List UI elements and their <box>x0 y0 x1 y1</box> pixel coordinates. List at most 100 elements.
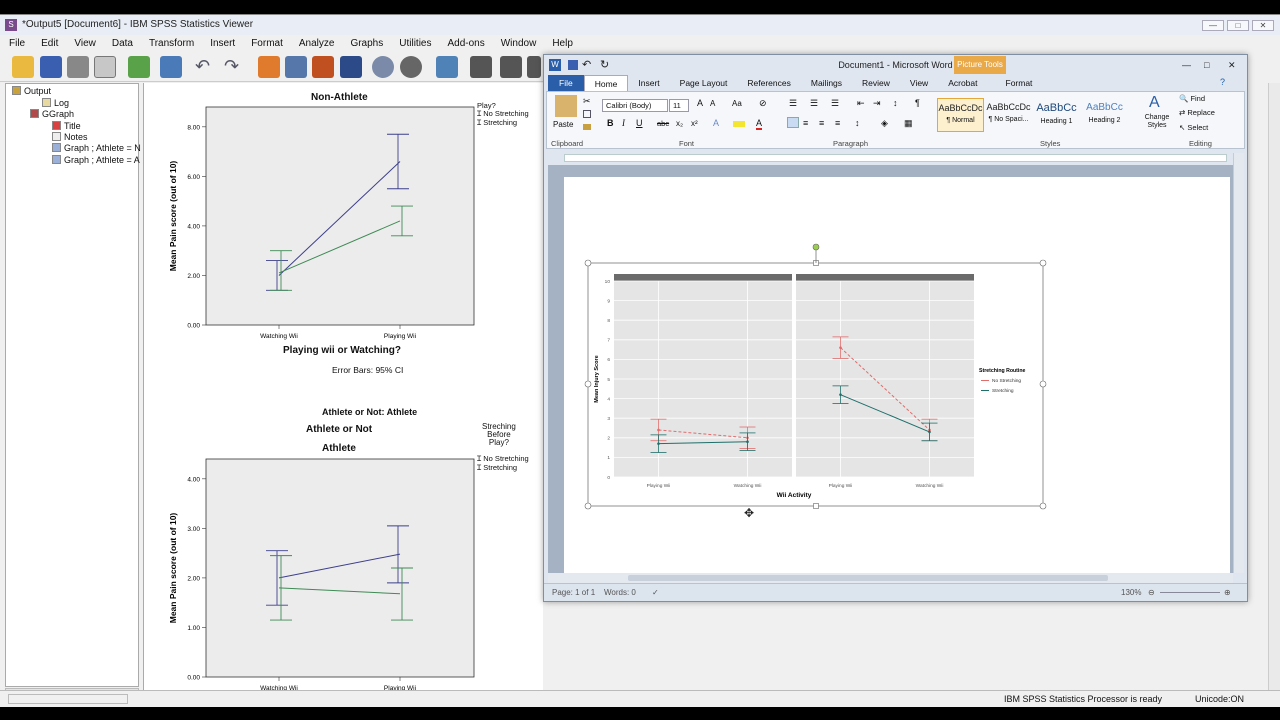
menu-format[interactable]: Format <box>242 36 290 51</box>
undo-icon[interactable]: ↶ <box>582 55 591 75</box>
copy-icon[interactable] <box>583 110 591 118</box>
style-heading-2[interactable]: AaBbCc Heading 2 <box>1081 98 1128 132</box>
nav-log[interactable]: Log <box>42 98 69 109</box>
italic-button[interactable]: I <box>622 118 625 128</box>
output-vertical-scrollbar[interactable] <box>1268 83 1280 699</box>
change-styles-button[interactable]: Change Styles <box>1142 114 1172 130</box>
horizontal-ruler[interactable] <box>564 154 1227 162</box>
save-icon[interactable] <box>568 60 578 70</box>
sort-icon[interactable]: ↕ <box>893 98 898 108</box>
tab-home[interactable]: Home <box>583 75 629 91</box>
line-spacing-icon[interactable]: ↕ <box>855 118 860 128</box>
font-name-select[interactable]: Calibri (Body) <box>602 99 668 112</box>
cut-icon[interactable]: ✂ <box>583 96 591 107</box>
use-sets-icon[interactable] <box>372 56 394 78</box>
shrink-font-icon[interactable]: A <box>710 99 715 108</box>
document-page[interactable]: Playing Wii Watching Wii Playing Wii Watchi… <box>564 177 1230 573</box>
word-minimize-button[interactable]: — <box>1182 55 1191 75</box>
goto-variable-icon[interactable] <box>312 56 334 78</box>
bullets-icon[interactable]: ☰ <box>789 98 797 109</box>
promote-icon[interactable] <box>470 56 492 78</box>
font-size-select[interactable]: 11 <box>669 99 689 112</box>
subscript-button[interactable]: x₂ <box>676 119 683 128</box>
maximize-button[interactable]: □ <box>1227 20 1249 31</box>
tab-format[interactable]: Format <box>988 75 1043 91</box>
demote-icon[interactable] <box>500 56 522 78</box>
expand-icon[interactable] <box>527 56 541 78</box>
highlight-color-icon[interactable] <box>733 121 745 127</box>
save-icon[interactable] <box>40 56 62 78</box>
select-button[interactable]: ↖ Select <box>1179 123 1208 132</box>
bold-button[interactable]: B <box>607 118 614 128</box>
redo-icon[interactable]: ↷ <box>224 56 246 78</box>
tab-page-layout[interactable]: Page Layout <box>670 75 738 91</box>
menu-addons[interactable]: Add-ons <box>438 36 491 51</box>
shading-icon[interactable]: ◈ <box>881 118 888 129</box>
word-vertical-scrollbar[interactable] <box>1233 153 1244 573</box>
find-button[interactable]: 🔍 Find <box>1179 94 1205 103</box>
menu-window[interactable]: Window <box>492 36 544 51</box>
change-case-icon[interactable]: Aa <box>732 99 742 108</box>
tab-mailings[interactable]: Mailings <box>801 75 852 91</box>
decrease-indent-icon[interactable]: ⇤ <box>857 98 865 109</box>
font-color-icon[interactable]: A <box>756 118 763 130</box>
minimize-button[interactable]: — <box>1202 20 1224 31</box>
increase-indent-icon[interactable]: ⇥ <box>873 98 881 109</box>
replace-button[interactable]: ⇄ Replace <box>1179 108 1215 117</box>
nav-ggraph[interactable]: GGraph <box>30 109 74 120</box>
nav-title[interactable]: Title <box>52 121 81 132</box>
zoom-level[interactable]: 130% <box>1121 584 1141 602</box>
menu-file[interactable]: File <box>0 36 32 51</box>
print-icon[interactable] <box>67 56 89 78</box>
nav-graph-athlete[interactable]: Graph ; Athlete = A <box>52 155 140 166</box>
format-painter-icon[interactable] <box>583 124 591 130</box>
show-formatting-icon[interactable]: ¶ <box>915 98 920 108</box>
align-left-icon[interactable] <box>787 117 799 128</box>
tab-references[interactable]: References <box>737 75 800 91</box>
word-close-button[interactable]: ✕ <box>1228 55 1236 75</box>
strikethrough-button[interactable]: abc <box>657 119 669 128</box>
nav-notes[interactable]: Notes <box>52 132 88 143</box>
spelling-icon[interactable] <box>436 56 458 78</box>
tab-review[interactable]: Review <box>852 75 900 91</box>
zoom-slider[interactable] <box>1160 592 1220 593</box>
tab-view[interactable]: View <box>900 75 938 91</box>
page-count[interactable]: Page: 1 of 1 <box>552 584 595 602</box>
grow-font-icon[interactable]: A <box>697 98 703 108</box>
undo-icon[interactable]: ↶ <box>195 56 217 78</box>
variables-icon[interactable] <box>340 56 362 78</box>
menu-insert[interactable]: Insert <box>201 36 242 51</box>
word-horizontal-scrollbar[interactable] <box>548 573 1233 583</box>
redo-icon[interactable]: ↻ <box>600 55 609 75</box>
clear-formatting-icon[interactable]: ⊘ <box>759 98 767 109</box>
menu-view[interactable]: View <box>65 36 103 51</box>
close-button[interactable]: ✕ <box>1252 20 1274 31</box>
menu-edit[interactable]: Edit <box>32 36 65 51</box>
nav-graph-non-athlete[interactable]: Graph ; Athlete = N <box>52 143 141 154</box>
underline-button[interactable]: U <box>636 118 643 128</box>
scroll-thumb[interactable] <box>628 575 1108 581</box>
numbering-icon[interactable]: ☰ <box>810 98 818 109</box>
borders-icon[interactable]: ▦ <box>904 118 913 129</box>
proofing-icon[interactable]: ✓ <box>652 584 659 602</box>
open-folder-icon[interactable] <box>12 56 34 78</box>
embedded-chart[interactable]: Playing Wii Watching Wii Playing Wii Watchi… <box>564 177 1230 573</box>
multilevel-list-icon[interactable]: ☰ <box>831 98 839 109</box>
paste-button-label[interactable]: Paste <box>553 120 573 129</box>
menu-graphs[interactable]: Graphs <box>341 36 390 51</box>
tab-insert[interactable]: Insert <box>628 75 669 91</box>
paste-icon[interactable] <box>555 95 577 117</box>
menu-help[interactable]: Help <box>543 36 580 51</box>
nav-output[interactable]: Output <box>12 86 51 97</box>
tab-file[interactable]: File <box>548 75 584 91</box>
zoom-out-button[interactable]: ⊖ <box>1148 584 1155 602</box>
menu-utilities[interactable]: Utilities <box>390 36 438 51</box>
align-right-icon[interactable]: ≡ <box>819 118 824 128</box>
style-normal[interactable]: AaBbCcDc ¶ Normal <box>937 98 984 132</box>
text-effects-icon[interactable]: A <box>713 118 719 128</box>
menu-transform[interactable]: Transform <box>140 36 201 51</box>
export-icon[interactable] <box>128 56 150 78</box>
justify-icon[interactable]: ≡ <box>835 118 840 128</box>
goto-data-icon[interactable] <box>258 56 280 78</box>
change-styles-icon[interactable]: A <box>1149 94 1160 112</box>
